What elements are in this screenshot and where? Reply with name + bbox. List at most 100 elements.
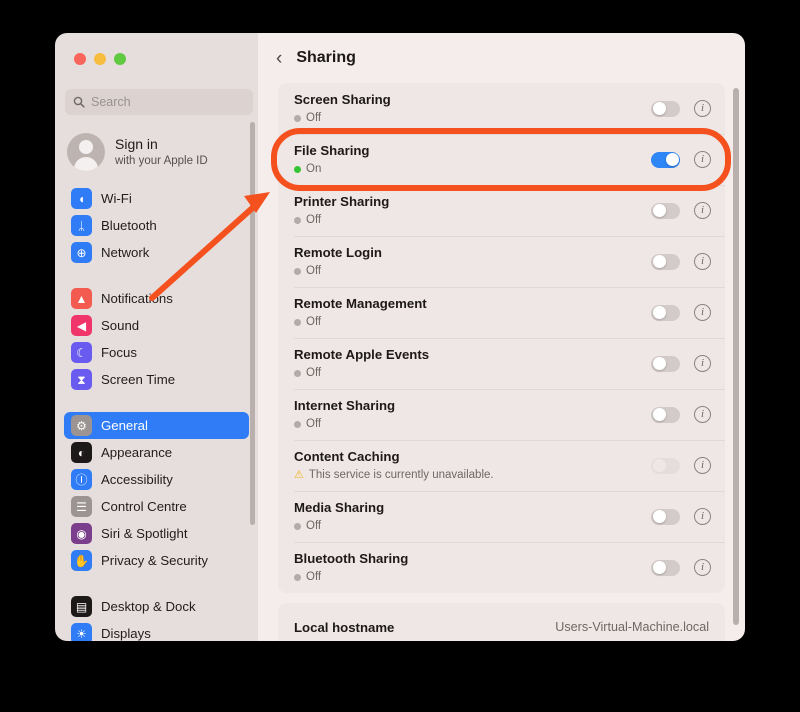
sidebar-item-label: Notifications xyxy=(101,291,173,306)
sidebar-item-sound[interactable]: ◀ Sound xyxy=(64,312,249,339)
service-text: File Sharing On xyxy=(294,142,651,176)
info-icon[interactable]: i xyxy=(694,151,711,168)
service-status: Off xyxy=(294,519,651,534)
sidebar-item-desktop-dock[interactable]: ▤ Desktop & Dock xyxy=(64,593,249,620)
minimize-button[interactable] xyxy=(94,53,106,65)
sidebar-item-label: Accessibility xyxy=(101,472,173,487)
settings-scroll-area[interactable]: Screen Sharing Off i File Sharing On i Printer… xyxy=(258,83,745,641)
info-icon[interactable]: i xyxy=(694,355,711,372)
sidebar-item-bluetooth[interactable]: ᛦ Bluetooth xyxy=(64,212,249,239)
local-hostname-value: Users-Virtual-Machine.local xyxy=(555,620,709,634)
toggle-knob xyxy=(652,459,666,472)
sidebar-item-label: Privacy & Security xyxy=(101,553,208,568)
service-name: Printer Sharing xyxy=(294,194,390,210)
service-row[interactable]: Printer Sharing Off i xyxy=(278,185,725,236)
sidebar-item-general[interactable]: ⚙ General xyxy=(64,412,249,439)
sidebar-item-label: Bluetooth xyxy=(101,218,157,233)
service-row[interactable]: File Sharing On i xyxy=(278,134,725,185)
sidebar-item-label: Siri & Spotlight xyxy=(101,526,188,541)
sidebar-item-displays[interactable]: ☀ Displays xyxy=(64,620,249,641)
search-input[interactable]: Search xyxy=(65,89,253,115)
service-toggle[interactable] xyxy=(651,406,680,423)
sidebar-item-siri-spotlight[interactable]: ◉ Siri & Spotlight xyxy=(64,520,249,547)
info-icon[interactable]: i xyxy=(694,559,711,576)
search-placeholder: Search xyxy=(91,95,131,109)
service-status-label: Off xyxy=(306,519,322,532)
sidebar-item-focus[interactable]: ☾ Focus xyxy=(64,339,249,366)
sidebar-item-label: Screen Time xyxy=(101,372,176,387)
service-text: Content Caching ⚠ This service is currentl… xyxy=(294,448,651,482)
sidebar-item-label: Desktop & Dock xyxy=(101,599,196,614)
status-dot-icon xyxy=(294,318,301,326)
warning-icon: ⚠ xyxy=(294,468,304,481)
service-toggle[interactable] xyxy=(651,151,680,168)
service-row[interactable]: Bluetooth Sharing Off i xyxy=(278,542,725,593)
service-name: Bluetooth Sharing xyxy=(294,551,409,567)
info-icon[interactable]: i xyxy=(694,253,711,270)
account-primary-label: Sign in xyxy=(115,136,158,153)
sidebar-item-notifications[interactable]: ▲ Notifications xyxy=(64,285,249,312)
sidebar-item-control-centre[interactable]: ☰ Control Centre xyxy=(64,493,249,520)
service-toggle[interactable] xyxy=(651,253,680,270)
main-header: ‹ Sharing xyxy=(258,33,745,83)
info-icon[interactable]: i xyxy=(694,406,711,423)
status-dot-icon xyxy=(294,165,301,173)
service-row[interactable]: Internet Sharing Off i xyxy=(278,389,725,440)
system-settings-window: Search Sign in with your Apple ID ◖ Wi-Fi… xyxy=(55,33,745,641)
sidebar-item-accessibility[interactable]: Ⓘ Accessibility xyxy=(64,466,249,493)
service-text: Remote Management Off xyxy=(294,295,651,329)
service-toggle[interactable] xyxy=(651,355,680,372)
service-status-label: Off xyxy=(306,570,322,583)
service-text: Printer Sharing Off xyxy=(294,193,651,227)
service-text: Remote Login Off xyxy=(294,244,651,278)
service-status: Off xyxy=(294,366,651,381)
service-row[interactable]: Screen Sharing Off i xyxy=(278,83,725,134)
sidebar-item-screen-time[interactable]: ⧗ Screen Time xyxy=(64,366,249,393)
toggle-knob xyxy=(652,102,666,115)
service-toggle[interactable] xyxy=(651,559,680,576)
zoom-button[interactable] xyxy=(114,53,126,65)
search-icon xyxy=(73,96,85,108)
service-toggle xyxy=(651,457,680,474)
status-dot-icon xyxy=(294,420,301,428)
local-hostname-label: Local hostname xyxy=(294,619,395,635)
service-status: Off xyxy=(294,213,651,228)
service-text: Internet Sharing Off xyxy=(294,397,651,431)
sidebar-scrollbar[interactable] xyxy=(250,122,255,525)
info-icon[interactable]: i xyxy=(694,100,711,117)
status-dot-icon xyxy=(294,522,301,530)
local-hostname-row[interactable]: Local hostname Users-Virtual-Machine.loc… xyxy=(278,603,725,641)
service-row[interactable]: Media Sharing Off i xyxy=(278,491,725,542)
back-icon[interactable]: ‹ xyxy=(276,49,282,68)
info-icon[interactable]: i xyxy=(694,457,711,474)
desktop-dock-icon: ▤ xyxy=(71,596,92,617)
service-toggle[interactable] xyxy=(651,304,680,321)
service-row[interactable]: Remote Login Off i xyxy=(278,236,725,287)
close-button[interactable] xyxy=(74,53,86,65)
service-row[interactable]: Remote Apple Events Off i xyxy=(278,338,725,389)
appearance-icon: ◐ xyxy=(71,442,92,463)
sidebar-item-privacy-security[interactable]: ✋ Privacy & Security xyxy=(64,547,249,574)
sidebar: Search Sign in with your Apple ID ◖ Wi-Fi… xyxy=(55,33,258,641)
sidebar-item-label: Network xyxy=(101,245,150,260)
service-toggle[interactable] xyxy=(651,508,680,525)
page-title: Sharing xyxy=(296,49,356,66)
wifi-icon: ◖ xyxy=(71,188,92,209)
main-panel: ‹ Sharing Screen Sharing Off i File Sharing… xyxy=(258,33,745,641)
info-icon[interactable]: i xyxy=(694,202,711,219)
screen-time-icon: ⧗ xyxy=(71,369,92,390)
sidebar-group: ⚙ General ◐ Appearance Ⓘ Accessibility ☰ Contro… xyxy=(55,408,258,578)
sidebar-item-wi-fi[interactable]: ◖ Wi-Fi xyxy=(64,185,249,212)
sidebar-item-appearance[interactable]: ◐ Appearance xyxy=(64,439,249,466)
sidebar-item-network[interactable]: ⊕ Network xyxy=(64,239,249,266)
main-scrollbar[interactable] xyxy=(733,88,739,625)
service-row[interactable]: Content Caching ⚠ This service is currentl… xyxy=(278,440,725,491)
sidebar-item-label: Sound xyxy=(101,318,140,333)
service-toggle[interactable] xyxy=(651,100,680,117)
sidebar-scroll-area[interactable]: Sign in with your Apple ID ◖ Wi-Fi ᛦ Blueto… xyxy=(55,125,258,641)
info-icon[interactable]: i xyxy=(694,508,711,525)
info-icon[interactable]: i xyxy=(694,304,711,321)
service-row[interactable]: Remote Management Off i xyxy=(278,287,725,338)
sidebar-item-apple-id[interactable]: Sign in with your Apple ID xyxy=(55,125,258,181)
service-toggle[interactable] xyxy=(651,202,680,219)
